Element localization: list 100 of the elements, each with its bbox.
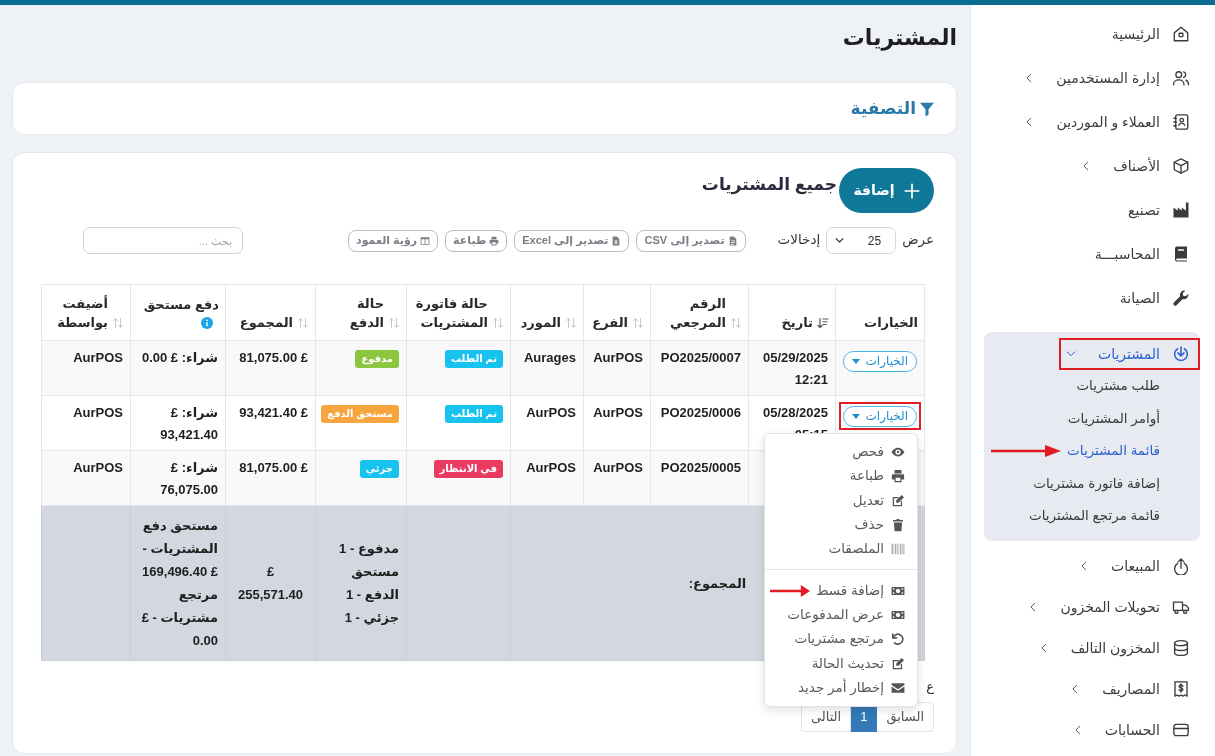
table-cell: AurPOS [510, 450, 584, 506]
options-button[interactable]: الخيارات [842, 350, 917, 372]
filter-icon [919, 100, 935, 117]
file-icon [727, 235, 738, 246]
submenu-item[interactable]: قائمة مرتجع المشتريات [984, 500, 1200, 533]
table-cell: PO2025/0006 [650, 395, 749, 451]
trash-icon [891, 518, 905, 533]
table-info: ع [926, 679, 934, 695]
wrench-icon [1172, 289, 1190, 307]
column-header[interactable]: حالة الدفع [315, 284, 407, 341]
menu-item[interactable]: مرتجع مشتريات [765, 627, 917, 652]
cube-icon [1172, 157, 1190, 175]
edit-icon [891, 656, 905, 671]
table-cell: £ 81,075.00 [225, 450, 316, 506]
table-cell: AurPOS [583, 395, 651, 451]
section-title: جميع المشتريات [701, 174, 837, 196]
sidebar-item[interactable]: إدارة المستخدمين [971, 56, 1215, 100]
menu-item[interactable]: الملصقات [765, 537, 917, 562]
column-header[interactable]: حالة فاتورة المشتريات [406, 284, 511, 341]
book-icon [1172, 245, 1190, 263]
sidebar-item[interactable]: المصاريف [971, 668, 1215, 710]
status-badge: مدفوع [355, 350, 399, 368]
truck-icon [1172, 598, 1190, 616]
column-header: دفع مستحق [130, 284, 226, 341]
table-cell: £ 93,421.40 [225, 395, 316, 451]
page-title: المشتريات [841, 24, 957, 53]
table-cell: £ 81,075.00 [225, 340, 316, 396]
arrow-up-circle-icon [1172, 557, 1190, 575]
status-badge: مستحق الدفع [321, 405, 399, 423]
edit-icon [891, 493, 905, 508]
plus-icon [903, 182, 920, 199]
submenu-item[interactable]: أوامر المشتريات [984, 402, 1200, 435]
sidebar-item[interactable]: المشتريات [984, 338, 1200, 370]
menu-item[interactable]: تعديل [765, 488, 917, 513]
undo-icon [891, 632, 905, 647]
column-header[interactable]: المورد [510, 284, 584, 341]
status-count: مستحق الدفع - 1 [344, 563, 399, 604]
status-badge: جزئي [359, 460, 399, 478]
chevron-down-icon [835, 236, 845, 245]
menu-item[interactable]: طباعة [765, 464, 917, 489]
excel-file-icon [611, 235, 622, 246]
column-header[interactable]: الفرع [583, 284, 651, 341]
menu-item[interactable]: تحديث الحالة [765, 651, 917, 676]
sidebar-item[interactable]: تصنيع [971, 188, 1215, 232]
entries-label: عرض [902, 231, 934, 250]
entries-select[interactable]: 25 [826, 227, 897, 254]
submenu-item[interactable]: طلب مشتريات [984, 370, 1200, 403]
sidebar-item[interactable]: تحويلات المخزون [971, 586, 1215, 628]
sidebar-item[interactable]: الحسابات [971, 709, 1215, 751]
table-cell: AurPOS [41, 340, 131, 396]
column-header[interactable]: الرقم المرجعي [650, 284, 749, 341]
status-count: مدفوع - 1 [338, 540, 399, 558]
options-button[interactable]: الخيارات [842, 405, 917, 427]
sidebar-item[interactable]: الصيانة [971, 276, 1215, 320]
add-button[interactable]: إضافة [839, 168, 934, 213]
column-header[interactable]: تاريخ [748, 284, 836, 341]
card-icon [1172, 721, 1190, 739]
submenu-item[interactable]: قائمة المشتريات [984, 435, 1200, 468]
menu-item[interactable]: إخطار أمر جديد [765, 675, 917, 700]
status-badge: في الانتظار [433, 460, 503, 478]
envelope-icon [891, 680, 905, 695]
due-summary: مرتجع مشتريات - £ 0.00 [140, 586, 218, 650]
total-amount: £ 255,571.40 [225, 505, 316, 661]
table-cell: Aurages [510, 340, 584, 396]
table-cell: AurPOS [583, 450, 651, 506]
column-visibility-button[interactable]: رؤية العمود [348, 229, 439, 252]
sidebar-item[interactable]: الأصناف [971, 144, 1215, 188]
table-cell: AurPOS [41, 395, 131, 451]
status-count: جزئي - 1 [343, 609, 399, 627]
table-cell: PO2025/0007 [650, 340, 749, 396]
excel-export-button[interactable]: تصدير إلى Excel [514, 229, 630, 252]
search-field[interactable]: بحث ... [83, 227, 243, 254]
sidebar-item[interactable]: المخزون التالف [971, 627, 1215, 669]
menu-item[interactable]: عرض المدفوعات [765, 602, 917, 628]
print-button[interactable]: طباعة [445, 229, 508, 252]
status-badge: تم الطلب [445, 405, 503, 423]
factory-icon [1172, 201, 1190, 219]
column-header[interactable]: المجموع [225, 284, 316, 341]
receipt-dollar-icon [1172, 680, 1190, 698]
column-header: الخيارات [835, 284, 925, 341]
table-cell: شراء: £ 76,075.00 [130, 450, 226, 506]
menu-item[interactable]: حذف [765, 512, 917, 538]
caret-down-icon [851, 413, 860, 419]
barcode-icon [891, 542, 905, 557]
printer-icon [489, 235, 500, 246]
entries-label: إدخالات [777, 231, 821, 250]
menu-item[interactable]: إضافة قسط [765, 578, 917, 603]
table-cell: شراء: £ 93,421.40 [130, 395, 226, 451]
sidebar-item[interactable]: المبيعات [971, 545, 1215, 587]
columns-icon [420, 235, 431, 246]
submenu-item[interactable]: إضافة فاتورة مشتريات [984, 467, 1200, 500]
database-icon [1172, 639, 1190, 657]
users-icon [1172, 69, 1190, 87]
sidebar-item[interactable]: العملاء و الموردين [971, 100, 1215, 144]
filter-toggle[interactable]: التصفية [850, 95, 935, 122]
sidebar-item[interactable]: الرئيسية [971, 12, 1215, 56]
sidebar-item[interactable]: المحاسبـــة [971, 232, 1215, 276]
csv-export-button[interactable]: تصدير إلى CSV [636, 229, 746, 252]
column-header[interactable]: أضيفت بواسطة [41, 284, 131, 341]
due-summary: مستحق دفع المشتريات - £ 169,496.40 [141, 517, 218, 581]
